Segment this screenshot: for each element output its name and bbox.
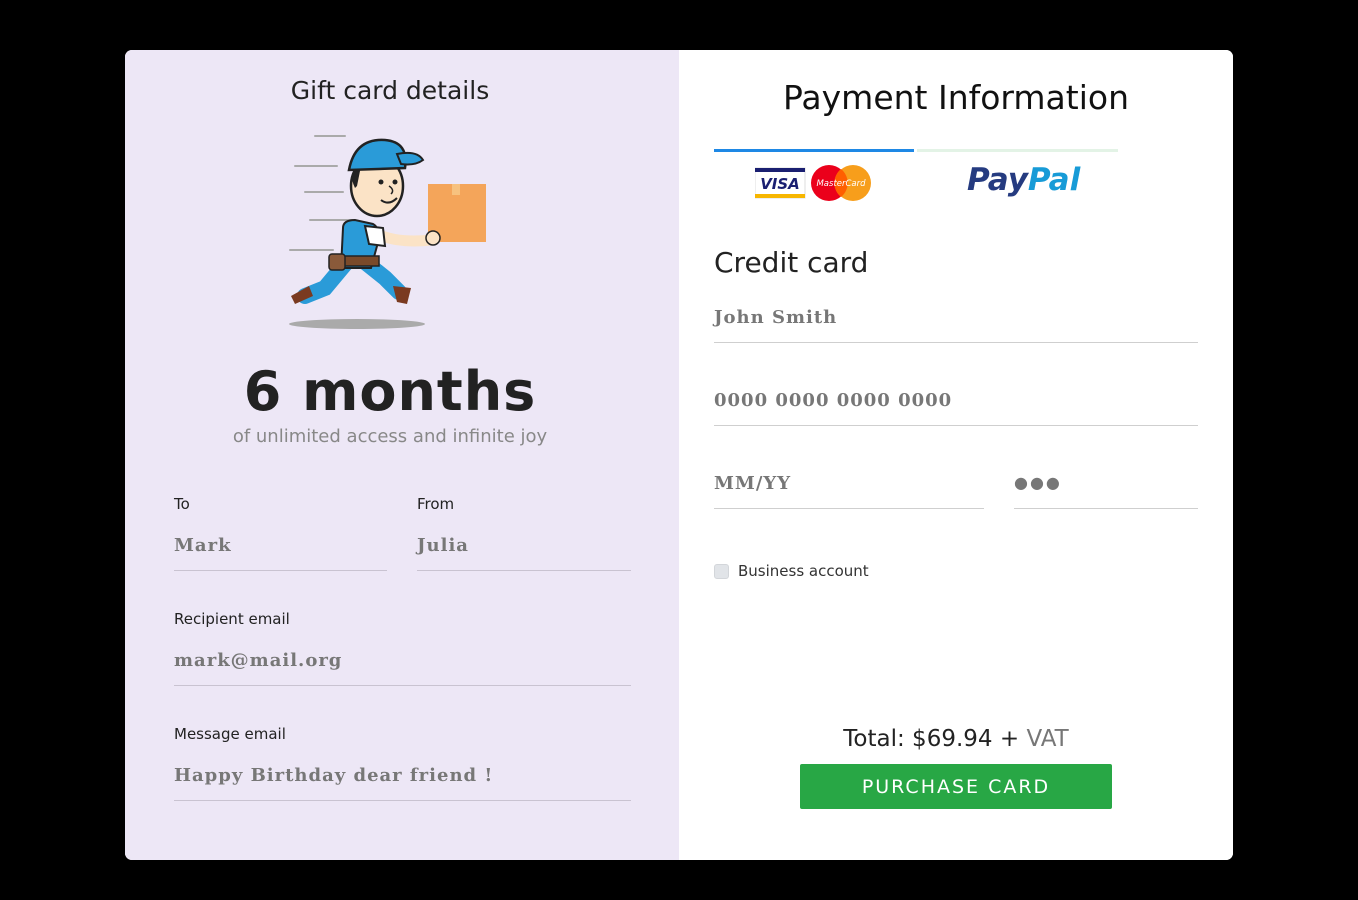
cardholder-name-underline [714, 342, 1198, 343]
paypal-tab-indicator [917, 149, 1118, 152]
vat-label: VAT [1026, 726, 1069, 752]
tab-paypal[interactable]: PayPal [967, 162, 1080, 198]
card-number-underline [714, 425, 1198, 426]
gift-card-details-panel: Gift card details 6 months of unlimited … [125, 50, 679, 860]
card-number-field[interactable]: 0000 0000 0000 0000 [714, 390, 952, 411]
recipient-email-field[interactable]: mark@mail.org [174, 650, 342, 671]
paypal-logo-part1: Pay [967, 162, 1028, 198]
payment-information-panel: Payment Information VISA MasterCard PayP… [679, 50, 1233, 860]
card-tab-indicator [714, 149, 914, 152]
visa-mastercard-icon: VISA MasterCard [754, 165, 871, 201]
purchase-card-button[interactable]: PURCHASE CARD [800, 764, 1112, 809]
payment-title: Payment Information [783, 78, 1129, 117]
from-field[interactable]: Julia [417, 535, 469, 556]
paypal-logo-part2: Pal [1027, 162, 1081, 198]
expiry-field[interactable]: MM/YY [714, 473, 791, 494]
to-field-underline [174, 570, 387, 571]
visa-logo: VISA [760, 175, 800, 193]
message-email-underline [174, 800, 631, 801]
gift-duration: 6 months [243, 360, 537, 423]
delivery-man-illustration [289, 135, 486, 329]
business-account-checkbox[interactable] [714, 564, 729, 579]
gift-card-title: Gift card details [290, 76, 490, 105]
recipient-email-label: Recipient email [174, 610, 290, 628]
gift-card-modal: Gift card details 6 months of unlimited … [125, 50, 1233, 860]
business-account-label: Business account [738, 562, 869, 580]
expiry-underline [714, 508, 984, 509]
recipient-email-underline [174, 685, 631, 686]
message-email-field[interactable]: Happy Birthday dear friend ! [174, 765, 493, 786]
from-field-underline [417, 570, 631, 571]
cvv-underline [1014, 508, 1198, 509]
mastercard-logo: MasterCard [816, 179, 866, 189]
total-price: Total: $69.94 + VAT [679, 726, 1233, 752]
total-amount: Total: $69.94 + [843, 726, 1020, 752]
to-label: To [174, 495, 190, 513]
to-field[interactable]: Mark [174, 535, 232, 556]
credit-card-title: Credit card [714, 246, 869, 279]
tab-card[interactable]: VISA MasterCard [754, 164, 875, 206]
message-email-label: Message email [174, 725, 286, 743]
gift-tagline: of unlimited access and infinite joy [232, 426, 548, 447]
cvv-field[interactable]: ●●● [1014, 473, 1062, 492]
cardholder-name-field[interactable]: John Smith [714, 307, 837, 328]
from-label: From [417, 495, 455, 513]
